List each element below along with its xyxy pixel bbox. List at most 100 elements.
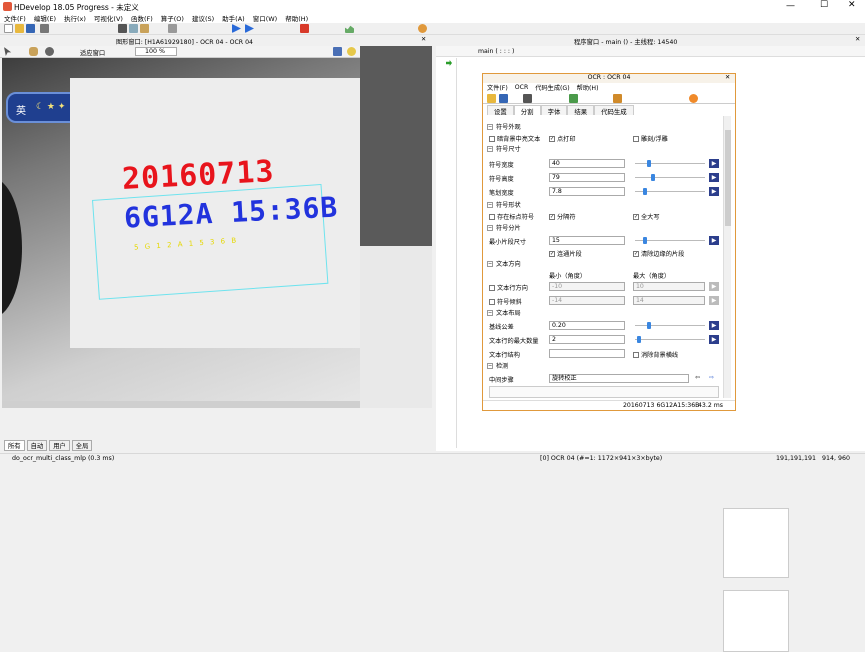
section-appearance[interactable]: − 符号外观 — [487, 122, 723, 131]
maximize-button[interactable]: ☐ — [820, 0, 828, 10]
min-frag-apply-icon[interactable]: ▶ — [709, 236, 719, 245]
max-lines-apply-icon[interactable]: ▶ — [709, 335, 719, 344]
ocr-open-icon[interactable] — [487, 94, 496, 103]
section-layout[interactable]: − 文本布局 — [487, 308, 723, 317]
section-detect[interactable]: − 检测 — [487, 361, 723, 370]
slant-apply-icon[interactable]: ▶ — [709, 296, 719, 305]
ocr-draw-icon[interactable] — [569, 94, 578, 103]
dark-text-checkbox[interactable]: 暗背景中亮文本 — [489, 134, 540, 143]
max-lines-slider[interactable] — [635, 336, 705, 343]
fit-window-button[interactable]: 适应窗口 — [80, 48, 105, 57]
hand-icon[interactable] — [29, 47, 38, 56]
minimize-button[interactable]: — — [786, 1, 795, 11]
min-frag-spinbox[interactable]: 15 — [549, 236, 625, 245]
step-select[interactable]: 旋转校正 — [549, 374, 689, 383]
paste-icon[interactable] — [140, 24, 149, 33]
min-frag-slider[interactable] — [635, 237, 705, 244]
menu-execute[interactable]: 执行(x) — [64, 13, 86, 23]
menu-edit[interactable]: 编辑(E) — [34, 13, 56, 23]
baseline-slider[interactable] — [635, 322, 705, 329]
undo-icon[interactable] — [168, 24, 177, 33]
variable-panel-1[interactable] — [723, 508, 789, 578]
chart-icon[interactable] — [345, 25, 354, 33]
engrave-checkbox[interactable]: 雕刻/浮雕 — [633, 134, 668, 143]
step-forward-icon[interactable]: ⇨ — [709, 374, 714, 381]
graphics-close-icon[interactable]: ✕ — [421, 36, 426, 43]
section-direction[interactable]: − 文本方向 — [487, 259, 723, 268]
save-icon[interactable] — [26, 24, 35, 33]
punct-checkbox[interactable]: 存在标点符号 — [489, 212, 534, 221]
height-slider[interactable] — [635, 174, 705, 181]
new-icon[interactable] — [4, 24, 13, 33]
baseline-apply-icon[interactable]: ▶ — [709, 321, 719, 330]
procedure-select[interactable]: main ( : : : ) — [478, 48, 514, 55]
menu-help[interactable]: 帮助(H) — [285, 13, 308, 23]
menu-functions[interactable]: 函数(F) — [131, 13, 153, 23]
zoom-icon[interactable] — [45, 47, 54, 56]
line-dir-apply-icon[interactable]: ▶ — [709, 282, 719, 291]
zoom-select[interactable]: 100 % — [135, 47, 177, 56]
ocr-help-icon[interactable] — [689, 94, 698, 103]
ocr-scrollbar[interactable] — [723, 116, 731, 398]
stop-icon[interactable] — [300, 24, 309, 33]
ocr-save-icon[interactable] — [499, 94, 508, 103]
line-struct-input[interactable] — [549, 349, 625, 358]
width-slider[interactable] — [635, 160, 705, 167]
ocr-close-icon[interactable]: ✕ — [725, 74, 730, 81]
line-dir-checkbox[interactable]: 文本行方向 — [489, 283, 528, 292]
width-apply-icon[interactable]: ▶ — [709, 159, 719, 168]
step-over-icon[interactable] — [245, 24, 254, 33]
dot-print-checkbox[interactable]: ✓ 点打印 — [549, 134, 576, 143]
tab-all[interactable]: 所有 — [4, 439, 25, 451]
section-shape[interactable]: − 符号形状 — [487, 200, 723, 209]
rm-bg-checkbox[interactable]: 消除背景横线 — [633, 350, 678, 359]
canvas-bottom-scroll[interactable] — [2, 401, 360, 408]
line-dir-max-spinbox[interactable]: 10 — [633, 282, 705, 291]
line-dir-min-spinbox[interactable]: -10 — [549, 282, 625, 291]
tab-auto[interactable]: 自动 — [26, 439, 48, 451]
variable-panel-2[interactable] — [723, 590, 789, 652]
baseline-spinbox[interactable]: 0.20 — [549, 321, 625, 330]
connect-checkbox[interactable]: ✓ 连通片段 — [549, 249, 582, 258]
stroke-slider[interactable] — [635, 188, 705, 195]
menu-assistants[interactable]: 助手(A) — [222, 13, 245, 23]
tab-setup[interactable]: 设置 — [487, 105, 514, 116]
slant-checkbox[interactable]: 符号倾斜 — [489, 297, 522, 306]
max-lines-spinbox[interactable]: 2 — [549, 335, 625, 344]
tab-results[interactable]: 结果 — [567, 105, 595, 116]
graphics-canvas[interactable]: 英 ☾ ★ ✦ 20160713 6G12A 15:36B 5 G 1 2 A … — [2, 58, 360, 408]
tab-codegen[interactable]: 代码生成 — [594, 105, 634, 116]
uppercase-checkbox[interactable]: ✓ 全大写 — [633, 212, 660, 221]
section-split[interactable]: − 符号分片 — [487, 223, 723, 232]
tab-font[interactable]: 字体 — [540, 105, 568, 116]
lamp-icon[interactable] — [347, 47, 356, 56]
tab-global[interactable]: 全局 — [71, 439, 93, 451]
ocr-menu-file[interactable]: 文件(F) — [487, 83, 508, 92]
stroke-spinbox[interactable]: 7.8 — [549, 187, 625, 196]
pointer-icon[interactable] — [4, 47, 12, 56]
cut-icon[interactable] — [118, 24, 127, 33]
slant-max-spinbox[interactable]: 14 — [633, 296, 705, 305]
close-button[interactable]: ✕ — [848, 0, 856, 10]
menu-operators[interactable]: 算子(O) — [161, 13, 184, 23]
menu-file[interactable]: 文件(F) — [4, 13, 26, 23]
section-size[interactable]: − 符号尺寸 — [487, 144, 723, 153]
stroke-apply-icon[interactable]: ▶ — [709, 187, 719, 196]
ocr-scroll-thumb[interactable] — [725, 130, 731, 226]
tab-user[interactable]: 用户 — [49, 439, 70, 451]
copy-icon[interactable] — [129, 24, 138, 33]
settings-icon[interactable] — [333, 47, 342, 56]
menu-suggestions[interactable]: 建议(S) — [192, 13, 214, 23]
menu-visualize[interactable]: 可视化(V) — [94, 13, 123, 23]
help-icon[interactable] — [418, 24, 427, 33]
height-spinbox[interactable]: 79 — [549, 173, 625, 182]
width-spinbox[interactable]: 40 — [549, 159, 625, 168]
clean-border-checkbox[interactable]: ✓ 清除边缘的片段 — [633, 249, 684, 258]
slant-min-spinbox[interactable]: -14 — [549, 296, 625, 305]
run-icon[interactable] — [232, 24, 241, 33]
ocr-menu-ocr[interactable]: OCR — [515, 84, 529, 91]
separator-checkbox[interactable]: ✓ 分隔符 — [549, 212, 576, 221]
print-icon[interactable] — [40, 24, 49, 33]
ocr-camera-icon[interactable] — [523, 94, 532, 103]
height-apply-icon[interactable]: ▶ — [709, 173, 719, 182]
